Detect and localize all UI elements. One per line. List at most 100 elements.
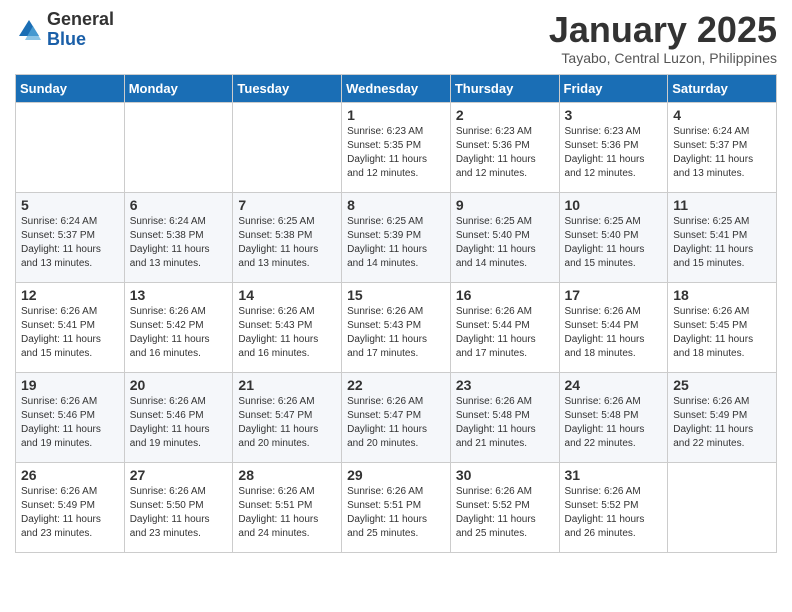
logo-general: General [47,10,114,30]
day-number: 25 [673,377,771,393]
col-friday: Friday [559,74,668,102]
day-number: 11 [673,197,771,213]
col-thursday: Thursday [450,74,559,102]
calendar-cell: 4 Sunrise: 6:24 AMSunset: 5:37 PMDaylight… [668,102,777,192]
day-info: Sunrise: 6:24 AMSunset: 5:38 PMDaylight:… [130,215,228,271]
day-info: Sunrise: 6:26 AMSunset: 5:49 PMDaylight:… [21,485,119,541]
calendar-cell: 23 Sunrise: 6:26 AMSunset: 5:48 PMDayligh… [450,372,559,462]
day-info: Sunrise: 6:26 AMSunset: 5:51 PMDaylight:… [238,485,336,541]
calendar-cell: 10 Sunrise: 6:25 AMSunset: 5:40 PMDayligh… [559,192,668,282]
calendar-cell: 8 Sunrise: 6:25 AMSunset: 5:39 PMDaylight… [342,192,451,282]
day-number: 10 [565,197,663,213]
calendar-cell [16,102,125,192]
col-saturday: Saturday [668,74,777,102]
day-number: 24 [565,377,663,393]
calendar-cell: 5Sunrise: 6:24 AMSunset: 5:37 PMDaylight… [16,192,125,282]
day-info: Sunrise: 6:25 AMSunset: 5:39 PMDaylight:… [347,215,445,271]
day-number: 4 [673,107,771,123]
day-info: Sunrise: 6:26 AMSunset: 5:47 PMDaylight:… [238,395,336,451]
calendar-cell: 11 Sunrise: 6:25 AMSunset: 5:41 PMDayligh… [668,192,777,282]
calendar-cell: 21 Sunrise: 6:26 AMSunset: 5:47 PMDayligh… [233,372,342,462]
logo-blue: Blue [47,30,114,50]
day-number: 1 [347,107,445,123]
calendar-table: Sunday Monday Tuesday Wednesday Thursday… [15,74,777,553]
day-number: 14 [238,287,336,303]
calendar-cell: 28 Sunrise: 6:26 AMSunset: 5:51 PMDayligh… [233,462,342,552]
day-info: Sunrise: 6:26 AMSunset: 5:47 PMDaylight:… [347,395,445,451]
day-number: 22 [347,377,445,393]
calendar-cell [124,102,233,192]
calendar-cell: 31 Sunrise: 6:26 AMSunset: 5:52 PMDayligh… [559,462,668,552]
day-number: 5 [21,197,119,213]
day-number: 19 [21,377,119,393]
col-tuesday: Tuesday [233,74,342,102]
calendar-week-1: 5Sunrise: 6:24 AMSunset: 5:37 PMDaylight… [16,192,777,282]
day-number: 28 [238,467,336,483]
day-number: 20 [130,377,228,393]
day-info: Sunrise: 6:26 AMSunset: 5:52 PMDaylight:… [565,485,663,541]
day-number: 7 [238,197,336,213]
calendar-cell: 2 Sunrise: 6:23 AMSunset: 5:36 PMDaylight… [450,102,559,192]
calendar-cell: 14Sunrise: 6:26 AMSunset: 5:43 PMDayligh… [233,282,342,372]
day-info: Sunrise: 6:25 AMSunset: 5:38 PMDaylight:… [238,215,336,271]
calendar-cell: 18Sunrise: 6:26 AMSunset: 5:45 PMDayligh… [668,282,777,372]
logo: General Blue [15,10,114,50]
calendar-cell: 15Sunrise: 6:26 AMSunset: 5:43 PMDayligh… [342,282,451,372]
day-number: 12 [21,287,119,303]
calendar-cell: 3Sunrise: 6:23 AMSunset: 5:36 PMDaylight… [559,102,668,192]
calendar-cell [233,102,342,192]
day-number: 23 [456,377,554,393]
calendar-cell: 7 Sunrise: 6:25 AMSunset: 5:38 PMDaylight… [233,192,342,282]
calendar-cell: 20 Sunrise: 6:26 AMSunset: 5:46 PMDayligh… [124,372,233,462]
calendar-week-4: 26 Sunrise: 6:26 AMSunset: 5:49 PMDayligh… [16,462,777,552]
day-info: Sunrise: 6:26 AMSunset: 5:44 PMDaylight:… [565,305,663,361]
month-title: January 2025 [549,10,777,50]
day-number: 21 [238,377,336,393]
calendar-cell: 29Sunrise: 6:26 AMSunset: 5:51 PMDayligh… [342,462,451,552]
title-block: January 2025 Tayabo, Central Luzon, Phil… [549,10,777,66]
calendar-cell: 13Sunrise: 6:26 AMSunset: 5:42 PMDayligh… [124,282,233,372]
col-wednesday: Wednesday [342,74,451,102]
day-number: 2 [456,107,554,123]
header-row: Sunday Monday Tuesday Wednesday Thursday… [16,74,777,102]
day-info: Sunrise: 6:26 AMSunset: 5:46 PMDaylight:… [130,395,228,451]
day-info: Sunrise: 6:26 AMSunset: 5:52 PMDaylight:… [456,485,554,541]
calendar-cell: 17 Sunrise: 6:26 AMSunset: 5:44 PMDayligh… [559,282,668,372]
calendar-cell: 16Sunrise: 6:26 AMSunset: 5:44 PMDayligh… [450,282,559,372]
day-info: Sunrise: 6:26 AMSunset: 5:44 PMDaylight:… [456,305,554,361]
calendar-cell [668,462,777,552]
calendar-cell: 9Sunrise: 6:25 AMSunset: 5:40 PMDaylight… [450,192,559,282]
logo-icon [15,16,43,44]
day-number: 17 [565,287,663,303]
day-info: Sunrise: 6:26 AMSunset: 5:48 PMDaylight:… [456,395,554,451]
calendar-cell: 12Sunrise: 6:26 AMSunset: 5:41 PMDayligh… [16,282,125,372]
calendar-week-0: 1Sunrise: 6:23 AMSunset: 5:35 PMDaylight… [16,102,777,192]
day-info: Sunrise: 6:23 AMSunset: 5:36 PMDaylight:… [456,125,554,181]
day-info: Sunrise: 6:24 AMSunset: 5:37 PMDaylight:… [673,125,771,181]
page-header: General Blue January 2025 Tayabo, Centra… [15,10,777,66]
day-info: Sunrise: 6:25 AMSunset: 5:41 PMDaylight:… [673,215,771,271]
calendar-cell: 22 Sunrise: 6:26 AMSunset: 5:47 PMDayligh… [342,372,451,462]
col-monday: Monday [124,74,233,102]
calendar-cell: 1Sunrise: 6:23 AMSunset: 5:35 PMDaylight… [342,102,451,192]
day-number: 8 [347,197,445,213]
calendar-week-2: 12Sunrise: 6:26 AMSunset: 5:41 PMDayligh… [16,282,777,372]
day-info: Sunrise: 6:26 AMSunset: 5:48 PMDaylight:… [565,395,663,451]
day-number: 6 [130,197,228,213]
day-number: 31 [565,467,663,483]
day-number: 18 [673,287,771,303]
day-number: 26 [21,467,119,483]
day-info: Sunrise: 6:25 AMSunset: 5:40 PMDaylight:… [565,215,663,271]
calendar-body: 1Sunrise: 6:23 AMSunset: 5:35 PMDaylight… [16,102,777,552]
day-info: Sunrise: 6:26 AMSunset: 5:42 PMDaylight:… [130,305,228,361]
day-number: 9 [456,197,554,213]
calendar-header: Sunday Monday Tuesday Wednesday Thursday… [16,74,777,102]
day-info: Sunrise: 6:26 AMSunset: 5:49 PMDaylight:… [673,395,771,451]
calendar-cell: 26 Sunrise: 6:26 AMSunset: 5:49 PMDayligh… [16,462,125,552]
day-number: 3 [565,107,663,123]
calendar-cell: 30Sunrise: 6:26 AMSunset: 5:52 PMDayligh… [450,462,559,552]
col-sunday: Sunday [16,74,125,102]
calendar-cell: 19Sunrise: 6:26 AMSunset: 5:46 PMDayligh… [16,372,125,462]
calendar-cell: 25 Sunrise: 6:26 AMSunset: 5:49 PMDayligh… [668,372,777,462]
location: Tayabo, Central Luzon, Philippines [549,50,777,66]
